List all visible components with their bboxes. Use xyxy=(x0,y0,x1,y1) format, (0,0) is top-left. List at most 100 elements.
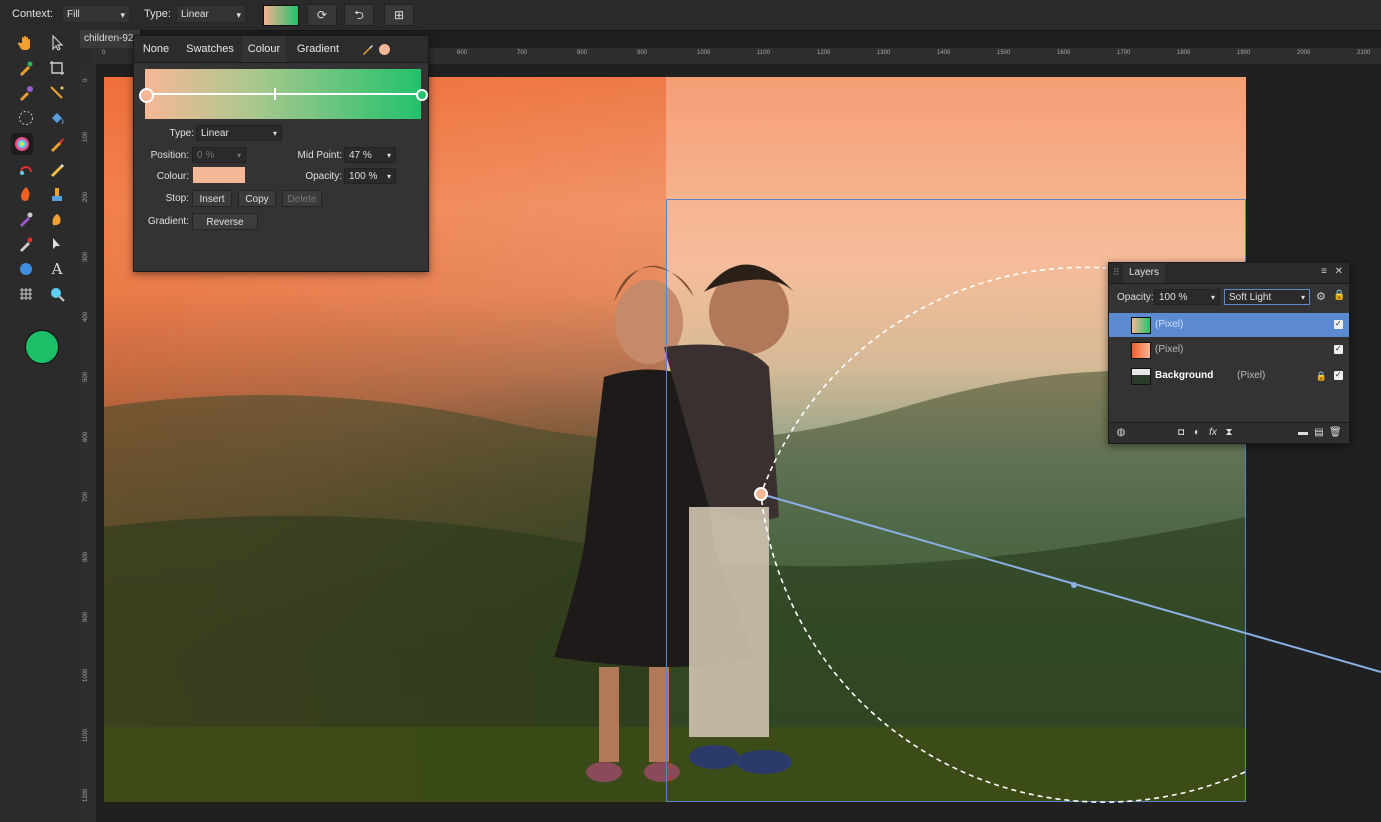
add-layer-icon[interactable]: ▤ xyxy=(1313,427,1325,439)
tab-swatches[interactable]: Swatches xyxy=(178,36,242,62)
dodge-tool-icon[interactable] xyxy=(15,158,37,180)
tab-gradient[interactable]: Gradient xyxy=(286,36,350,62)
layer-opacity-input[interactable]: 100 % ▾ xyxy=(1154,289,1220,305)
gradient-tool-icon[interactable] xyxy=(11,133,33,155)
tab-none[interactable]: None xyxy=(134,36,178,62)
layer-type: (Pixel) xyxy=(1155,344,1184,355)
trash-icon[interactable]: 🗑 xyxy=(1329,427,1342,439)
panel-type-label: Type: xyxy=(169,128,194,139)
ruler-tick-label: 500 xyxy=(83,371,89,382)
blend-mode-dropdown[interactable]: Soft Light ▾ xyxy=(1224,289,1310,305)
layer-name: Background xyxy=(1155,370,1214,381)
reverse-button[interactable]: Reverse xyxy=(192,213,258,230)
red-eye-tool-icon[interactable] xyxy=(15,233,37,255)
ruler-left: 0 100 200 300 400 500 600 700 800 900 1000 1100 1200 xyxy=(80,64,97,822)
type-label: Type: xyxy=(144,8,171,20)
grip-icon[interactable]: ⠿ xyxy=(1113,267,1120,278)
marquee-tool-icon[interactable] xyxy=(15,107,37,129)
layer-visibility-checkbox[interactable] xyxy=(1334,312,1343,336)
context-dropdown[interactable]: Fill ▾ xyxy=(62,5,130,23)
pencil-tool-icon[interactable] xyxy=(46,158,68,180)
gear-icon[interactable]: ⚙ xyxy=(1316,290,1326,303)
aspect-button[interactable]: ⊞ xyxy=(384,4,414,26)
layers-title[interactable]: Layers xyxy=(1123,263,1166,283)
ruler-tick-label: 2000 xyxy=(1297,50,1311,56)
opacity-input[interactable]: 100 % ▾ xyxy=(344,168,396,184)
delete-stop-button[interactable]: Delete xyxy=(282,190,322,207)
blend-mode-value: Soft Light xyxy=(1229,292,1272,303)
selection-brush-tool-icon[interactable] xyxy=(15,82,37,104)
document-tab[interactable]: children-92 xyxy=(80,30,140,48)
paint-brush-tool-icon[interactable] xyxy=(46,133,68,155)
move-tool-icon[interactable] xyxy=(46,32,68,54)
gradient-swatch-button[interactable] xyxy=(263,5,299,26)
chevron-down-icon: ▾ xyxy=(1210,293,1215,302)
ruler-tick-label: 1400 xyxy=(937,50,951,56)
smudge-tool-icon[interactable] xyxy=(15,208,37,230)
ruler-tick-label: 1700 xyxy=(1117,50,1131,56)
colour-label: Colour: xyxy=(156,171,189,182)
lock-icon[interactable]: 🔒 xyxy=(1316,364,1327,388)
panel-type-dropdown[interactable]: Linear ▾ xyxy=(196,125,282,141)
midpoint-value: 47 % xyxy=(349,150,372,161)
lock-icon[interactable]: 🔒 xyxy=(1333,290,1345,301)
midpoint-label: Mid Point: xyxy=(297,150,342,161)
inpainting-tool-icon[interactable] xyxy=(46,208,68,230)
stop-colour-swatch[interactable] xyxy=(193,167,245,183)
gradient-stop-start[interactable] xyxy=(139,88,154,103)
layer-stack-icon[interactable]: ◍ xyxy=(1115,427,1127,439)
pen-tool-icon[interactable] xyxy=(46,233,68,255)
gradient-stop-end[interactable] xyxy=(416,89,428,101)
menu-icon[interactable]: ≡ xyxy=(1321,266,1327,277)
fx-icon[interactable]: fx xyxy=(1207,427,1219,439)
panel-type-value: Linear xyxy=(201,128,229,139)
rotate-gradient-button[interactable]: ⟳ xyxy=(307,4,337,26)
opacity-value: 100 % xyxy=(349,171,378,182)
layer-row[interactable]: (Pixel) xyxy=(1109,312,1349,337)
shape-tool-icon[interactable] xyxy=(15,258,37,280)
ruler-tick-label: 0 xyxy=(83,78,89,82)
layer-thumbnail xyxy=(1131,317,1151,334)
layer-row[interactable]: Background (Pixel) 🔒 xyxy=(1109,363,1349,388)
mask-icon[interactable]: ◘ xyxy=(1175,427,1187,439)
reverse-gradient-button[interactable]: ⮌ xyxy=(344,4,374,26)
clone-tool-icon[interactable] xyxy=(46,183,68,205)
hand-tool-icon[interactable] xyxy=(15,32,37,54)
layer-opacity-label: Opacity: xyxy=(1117,292,1154,303)
midpoint-input[interactable]: 47 % ▾ xyxy=(344,147,396,163)
position-input[interactable]: 0 % ▾ xyxy=(192,147,246,163)
gradient-midpoint-marker[interactable] xyxy=(274,88,276,100)
burn-tool-icon[interactable] xyxy=(15,183,37,205)
layer-opacity-value: 100 % xyxy=(1159,292,1188,303)
flood-fill-tool-icon[interactable] xyxy=(46,107,68,129)
chevron-down-icon: ▾ xyxy=(1300,293,1305,302)
current-colour-dot xyxy=(379,44,390,55)
chevron-down-icon: ▾ xyxy=(386,172,391,181)
close-icon[interactable]: ✕ xyxy=(1335,266,1343,277)
color-picker-tool-icon[interactable] xyxy=(15,57,37,79)
type-dropdown[interactable]: Linear ▾ xyxy=(176,5,246,23)
text-tool-icon[interactable]: A xyxy=(46,258,68,280)
zoom-tool-icon[interactable] xyxy=(46,283,68,305)
flood-select-tool-icon[interactable] xyxy=(46,82,68,104)
mesh-warp-tool-icon[interactable] xyxy=(15,283,37,305)
layer-visibility-checkbox[interactable] xyxy=(1334,363,1343,387)
ruler-tick-label: 900 xyxy=(637,50,648,56)
layers-panel-header: ⠿ Layers ≡ ✕ xyxy=(1109,263,1349,284)
chevron-down-icon: ▾ xyxy=(236,151,241,160)
layer-visibility-checkbox[interactable] xyxy=(1334,337,1343,361)
adjustment-icon[interactable]: ◐ xyxy=(1191,427,1203,439)
eyedropper-icon[interactable] xyxy=(361,42,375,56)
ruler-tick-label: 400 xyxy=(83,311,89,322)
layer-row[interactable]: (Pixel) xyxy=(1109,337,1349,362)
opacity-label: Opacity: xyxy=(305,171,342,182)
insert-stop-button[interactable]: Insert xyxy=(192,190,232,207)
foreground-color-swatch[interactable] xyxy=(25,330,59,364)
live-filter-icon[interactable]: ⧗ xyxy=(1223,427,1235,439)
tab-colour[interactable]: Colour xyxy=(242,36,286,62)
layer-type: (Pixel) xyxy=(1237,370,1266,381)
crop-tool-icon[interactable] xyxy=(46,57,68,79)
ruler-tick-label: 600 xyxy=(83,431,89,442)
folder-icon[interactable]: ▬ xyxy=(1297,427,1309,439)
copy-stop-button[interactable]: Copy xyxy=(238,190,276,207)
